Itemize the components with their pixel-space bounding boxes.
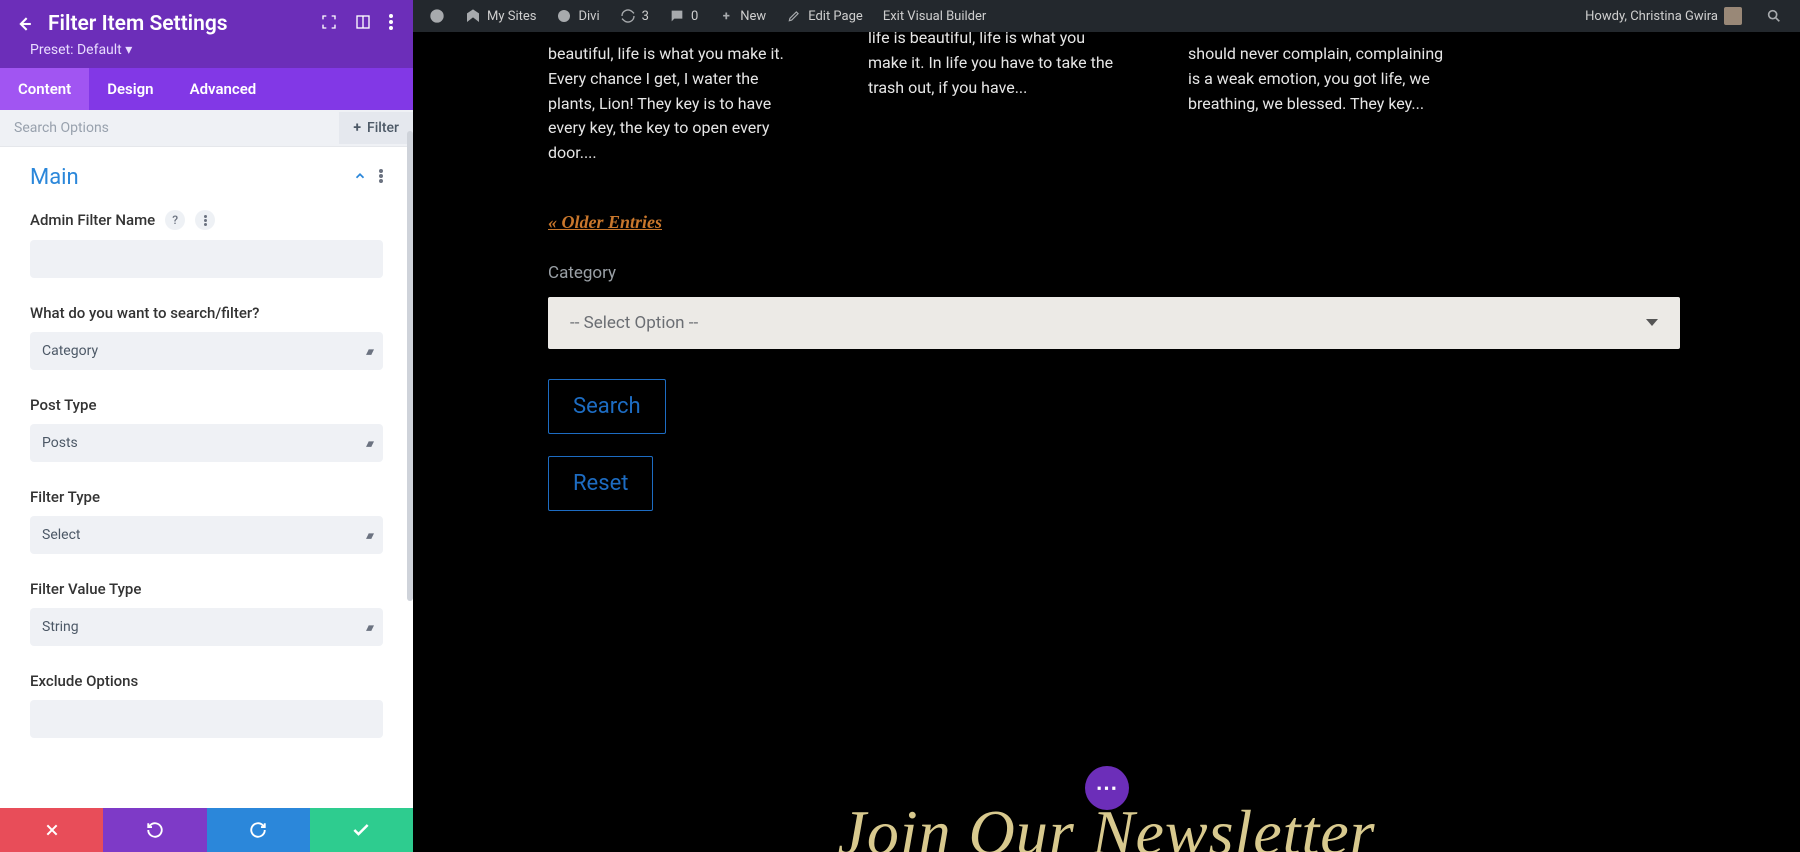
focus-icon[interactable]	[321, 14, 337, 34]
tab-content[interactable]: Content	[0, 68, 89, 110]
page-preview: beautiful, life is what you make it. Eve…	[413, 32, 1800, 852]
section-more-icon[interactable]	[379, 168, 383, 187]
excerpt-col-3: should never complain, complaining is a …	[1188, 42, 1448, 166]
panel-title: Filter Item Settings	[48, 12, 309, 36]
filter-button[interactable]: + Filter	[339, 112, 413, 144]
chevron-down-icon	[1646, 319, 1658, 326]
category-select-value: -- Select Option --	[570, 313, 698, 333]
panel-body: Main Admin Filter Name ? What do you wan…	[0, 147, 413, 808]
new[interactable]: +New	[708, 0, 776, 32]
search-button[interactable]: Search	[548, 379, 666, 434]
avatar	[1724, 7, 1742, 25]
exit-visual-builder[interactable]: Exit Visual Builder	[873, 0, 996, 32]
filter-type-label: Filter Type	[30, 488, 383, 506]
search-icon[interactable]	[1756, 0, 1792, 32]
cancel-button[interactable]	[0, 808, 103, 852]
comments[interactable]: 0	[659, 0, 708, 32]
admin-bar: My Sites Divi 3 0 +New Edit Page Exit Vi…	[413, 0, 1800, 32]
filter-button-label: Filter	[367, 120, 399, 136]
exclude-options-label: Exclude Options	[30, 672, 383, 690]
tab-advanced[interactable]: Advanced	[172, 68, 275, 110]
help-icon[interactable]: ?	[165, 210, 185, 230]
edit-page[interactable]: Edit Page	[776, 0, 873, 32]
older-entries-link[interactable]: « Older Entries	[548, 212, 662, 232]
section-main-title[interactable]: Main	[30, 165, 353, 190]
chevron-up-icon[interactable]	[353, 168, 367, 187]
field-more-icon[interactable]	[195, 210, 215, 230]
category-label: Category	[548, 263, 1680, 283]
site-divi[interactable]: Divi	[546, 0, 609, 32]
category-select[interactable]: -- Select Option --	[548, 297, 1680, 349]
admin-filter-name-label: Admin Filter Name ?	[30, 210, 383, 230]
panel-header: Filter Item Settings Preset: Default ▾ C…	[0, 0, 413, 110]
preset-label[interactable]: Preset: Default ▾	[0, 42, 413, 68]
reset-button[interactable]: Reset	[548, 456, 653, 511]
search-options[interactable]: Search Options	[0, 110, 339, 146]
columns-icon[interactable]	[355, 14, 371, 34]
updates[interactable]: 3	[610, 0, 659, 32]
redo-button[interactable]	[207, 808, 310, 852]
what-search-label: What do you want to search/filter?	[30, 304, 383, 322]
what-search-select[interactable]: Category▴▾	[30, 332, 383, 370]
excerpt-col-1: beautiful, life is what you make it. Eve…	[548, 42, 808, 166]
plus-icon: +	[353, 120, 361, 136]
my-sites[interactable]: My Sites	[455, 0, 546, 32]
filter-value-type-select[interactable]: String▴▾	[30, 608, 383, 646]
post-type-label: Post Type	[30, 396, 383, 414]
more-icon[interactable]	[389, 14, 393, 34]
tabs: Content Design Advanced	[0, 68, 413, 110]
tab-design[interactable]: Design	[89, 68, 171, 110]
undo-button[interactable]	[103, 808, 206, 852]
excerpt-col-2: life is beautiful, life is what you make…	[868, 32, 1128, 166]
filter-type-select[interactable]: Select▴▾	[30, 516, 383, 554]
options-toolbar: Search Options + Filter	[0, 110, 413, 147]
divi-fab-icon[interactable]: ⋯	[1085, 766, 1129, 810]
howdy-user[interactable]: Howdy, Christina Gwira	[1575, 0, 1752, 32]
scrollbar[interactable]	[407, 131, 413, 601]
action-bar	[0, 808, 413, 852]
settings-panel: Filter Item Settings Preset: Default ▾ C…	[0, 0, 413, 852]
filter-area: Category -- Select Option -- Search Rese…	[413, 233, 1800, 511]
filter-value-type-label: Filter Value Type	[30, 580, 383, 598]
back-icon[interactable]	[14, 13, 36, 35]
save-button[interactable]	[310, 808, 413, 852]
post-type-select[interactable]: Posts▴▾	[30, 424, 383, 462]
exclude-options-input[interactable]	[30, 700, 383, 738]
admin-filter-name-input[interactable]	[30, 240, 383, 278]
wp-logo-icon[interactable]	[419, 0, 455, 32]
